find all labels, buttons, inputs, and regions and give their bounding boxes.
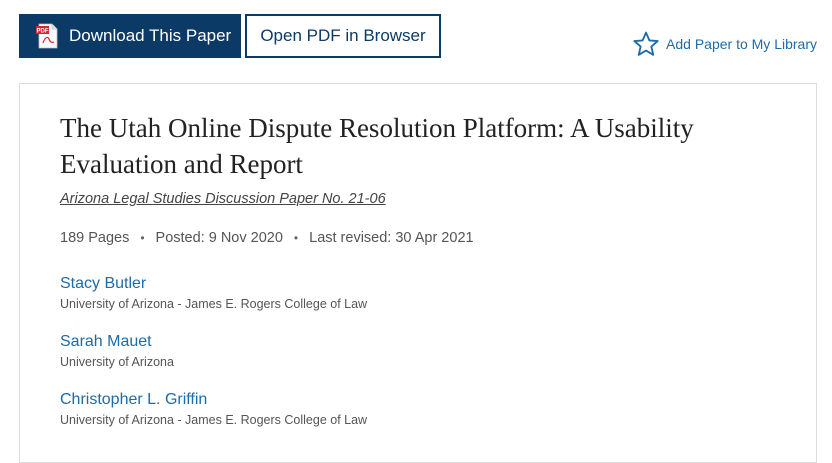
pdf-file-icon: PDF bbox=[36, 23, 58, 49]
paper-title: The Utah Online Dispute Resolution Platf… bbox=[60, 113, 694, 179]
svg-text:PDF: PDF bbox=[37, 29, 49, 35]
author-affiliation: University of Arizona - James E. Rogers … bbox=[60, 297, 368, 311]
author-list: Stacy Butler University of Arizona - Jam… bbox=[60, 274, 367, 448]
series-link[interactable]: Arizona Legal Studies Discussion Paper N… bbox=[60, 191, 386, 207]
separator-dot: • bbox=[140, 231, 145, 245]
author-entry: Sarah Mauet University of Arizona bbox=[60, 332, 367, 390]
author-affiliation: University of Arizona - James E. Rogers … bbox=[60, 413, 368, 427]
add-to-library-label: Add Paper to My Library bbox=[666, 36, 817, 52]
paper-card: The Utah Online Dispute Resolution Platf… bbox=[19, 83, 817, 463]
download-paper-button[interactable]: PDF Download This Paper bbox=[19, 14, 241, 58]
download-button-label: Download This Paper bbox=[69, 26, 232, 45]
posted-date: Posted: 9 Nov 2020 bbox=[155, 230, 283, 246]
star-outline-icon bbox=[633, 31, 659, 56]
author-name-link[interactable]: Sarah Mauet bbox=[60, 332, 367, 352]
author-entry: Stacy Butler University of Arizona - Jam… bbox=[60, 274, 367, 332]
author-name-link[interactable]: Stacy Butler bbox=[60, 274, 367, 294]
paper-toolbar: PDF Download This Paper Open PDF in Brow… bbox=[0, 0, 832, 70]
author-name-link[interactable]: Christopher L. Griffin bbox=[60, 390, 367, 410]
add-to-library-link[interactable]: Add Paper to My Library bbox=[632, 30, 817, 58]
last-revised-date: Last revised: 30 Apr 2021 bbox=[309, 230, 474, 246]
author-entry: Christopher L. Griffin University of Ari… bbox=[60, 390, 367, 448]
separator-dot: • bbox=[293, 231, 299, 245]
paper-meta: 189 Pages • Posted: 9 Nov 2020 • Last re… bbox=[60, 230, 474, 246]
open-pdf-button[interactable]: Open PDF in Browser bbox=[245, 14, 441, 58]
open-pdf-label: Open PDF in Browser bbox=[260, 26, 426, 45]
author-affiliation: University of Arizona bbox=[60, 355, 174, 369]
page-count: 189 Pages bbox=[60, 230, 130, 246]
